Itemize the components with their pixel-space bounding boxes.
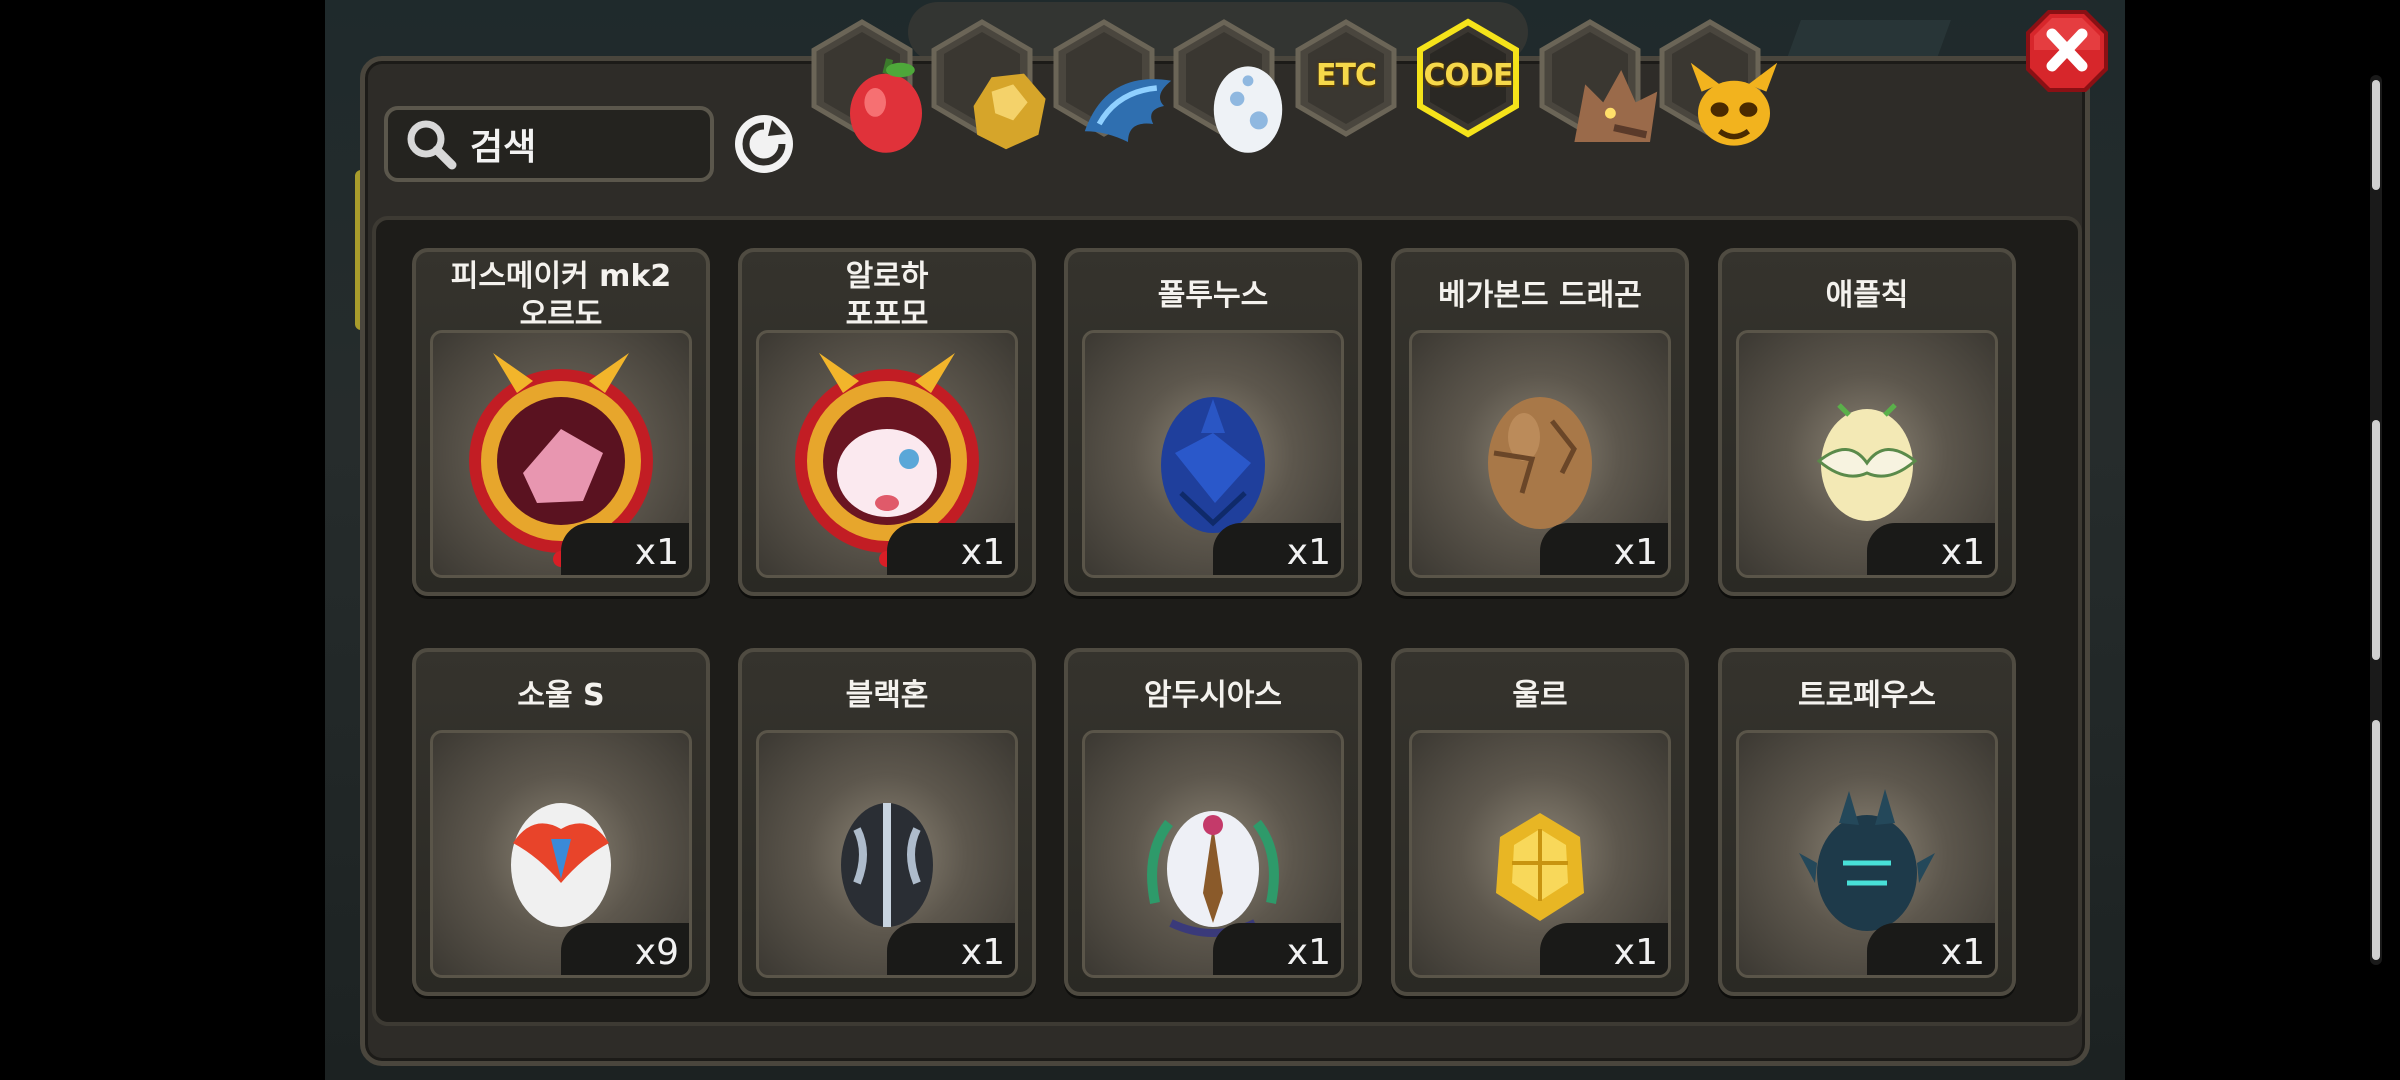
quantity-badge: x1 (1540, 523, 1668, 575)
item-name: 소울 S (517, 678, 605, 713)
demon-mask-icon (1680, 46, 1778, 146)
gold-ore-icon (952, 46, 1046, 150)
item-quantity: x1 (1613, 532, 1658, 573)
quantity-badge: x1 (1867, 923, 1995, 975)
item-card[interactable]: 울르 x1 (1391, 648, 1689, 996)
tab-egg[interactable] (1170, 18, 1283, 153)
item-card[interactable]: 트로페우스 x1 (1718, 648, 2016, 996)
item-art-frame: x9 (430, 730, 692, 978)
item-name: 피스메이커 mk2 오르도 (450, 259, 672, 332)
scrollbar-thumb-middle[interactable] (2372, 420, 2380, 660)
dragon-scale-icon (1074, 46, 1172, 142)
item-quantity: x9 (634, 932, 679, 973)
item-card[interactable]: 피스메이커 mk2 오르도 x1 (412, 248, 710, 596)
item-quantity: x1 (960, 532, 1005, 573)
tab-etc[interactable]: ETC (1292, 18, 1400, 138)
item-quantity: x1 (1286, 932, 1331, 973)
tab-fruit[interactable] (808, 18, 922, 153)
item-art-frame: x1 (1736, 330, 1998, 578)
item-art-frame: x1 (1736, 730, 1998, 978)
scrollbar-thumb-top[interactable] (2372, 80, 2380, 190)
item-quantity: x1 (960, 932, 1005, 973)
tab-scale[interactable] (1050, 18, 1172, 142)
quantity-badge: x1 (887, 523, 1015, 575)
item-name: 알로하 포포모 (845, 259, 929, 332)
item-card[interactable]: 애플칙 x1 (1718, 248, 2016, 596)
item-art-frame: x1 (1409, 330, 1671, 578)
quantity-badge: x1 (1213, 923, 1341, 975)
quantity-badge: x1 (1540, 923, 1668, 975)
item-art-frame: x1 (756, 730, 1018, 978)
item-card[interactable]: 알로하 포포모 x1 (738, 248, 1036, 596)
close-icon (2026, 10, 2108, 92)
item-art-frame: x1 (1082, 330, 1344, 578)
quantity-badge: x1 (1213, 523, 1341, 575)
item-name: 트로페우스 (1798, 678, 1936, 713)
search-input[interactable]: 검색 (384, 106, 714, 182)
item-art-frame: x1 (430, 330, 692, 578)
tab-gold[interactable] (928, 18, 1046, 150)
item-card[interactable]: 폴투누스 x1 (1064, 248, 1362, 596)
item-art-frame: x1 (756, 330, 1018, 578)
item-quantity: x1 (1940, 532, 1985, 573)
tab-label: CODE (1423, 58, 1514, 93)
scrollbar-thumb-bottom[interactable] (2372, 720, 2380, 960)
close-button[interactable] (2024, 6, 2110, 96)
search-placeholder: 검색 (470, 127, 537, 168)
item-card[interactable]: 소울 S x9 (412, 648, 710, 996)
item-card[interactable]: 암두시아스 x1 (1064, 648, 1362, 996)
wolf-icon (1560, 46, 1658, 142)
quantity-badge: x1 (561, 523, 689, 575)
item-quantity: x1 (1286, 532, 1331, 573)
quantity-badge: x1 (1867, 523, 1995, 575)
quantity-badge: x9 (561, 923, 689, 975)
item-name: 폴투누스 (1157, 278, 1269, 313)
tab-wolf[interactable] (1536, 18, 1658, 142)
refresh-button[interactable] (732, 112, 796, 176)
item-art-frame: x1 (1409, 730, 1671, 978)
item-name: 블랙혼 (845, 678, 929, 713)
refresh-icon (735, 115, 793, 173)
tab-code[interactable]: CODE (1414, 18, 1522, 138)
item-card[interactable]: 블랙혼 x1 (738, 648, 1036, 996)
item-name: 암두시아스 (1144, 678, 1282, 713)
search-icon (402, 115, 460, 173)
quantity-badge: x1 (887, 923, 1015, 975)
egg-icon (1194, 46, 1283, 153)
item-card[interactable]: 베가본드 드래곤 x1 (1391, 248, 1689, 596)
item-art-frame: x1 (1082, 730, 1344, 978)
item-name: 애플칙 (1825, 278, 1909, 313)
tab-label: ETC (1316, 58, 1377, 93)
item-name: 울르 (1512, 678, 1568, 713)
fruit-icon (832, 46, 922, 153)
item-quantity: x1 (634, 532, 679, 573)
item-quantity: x1 (1940, 932, 1985, 973)
item-quantity: x1 (1613, 932, 1658, 973)
item-name: 베가본드 드래곤 (1438, 278, 1642, 313)
tab-mask[interactable] (1656, 18, 1778, 146)
